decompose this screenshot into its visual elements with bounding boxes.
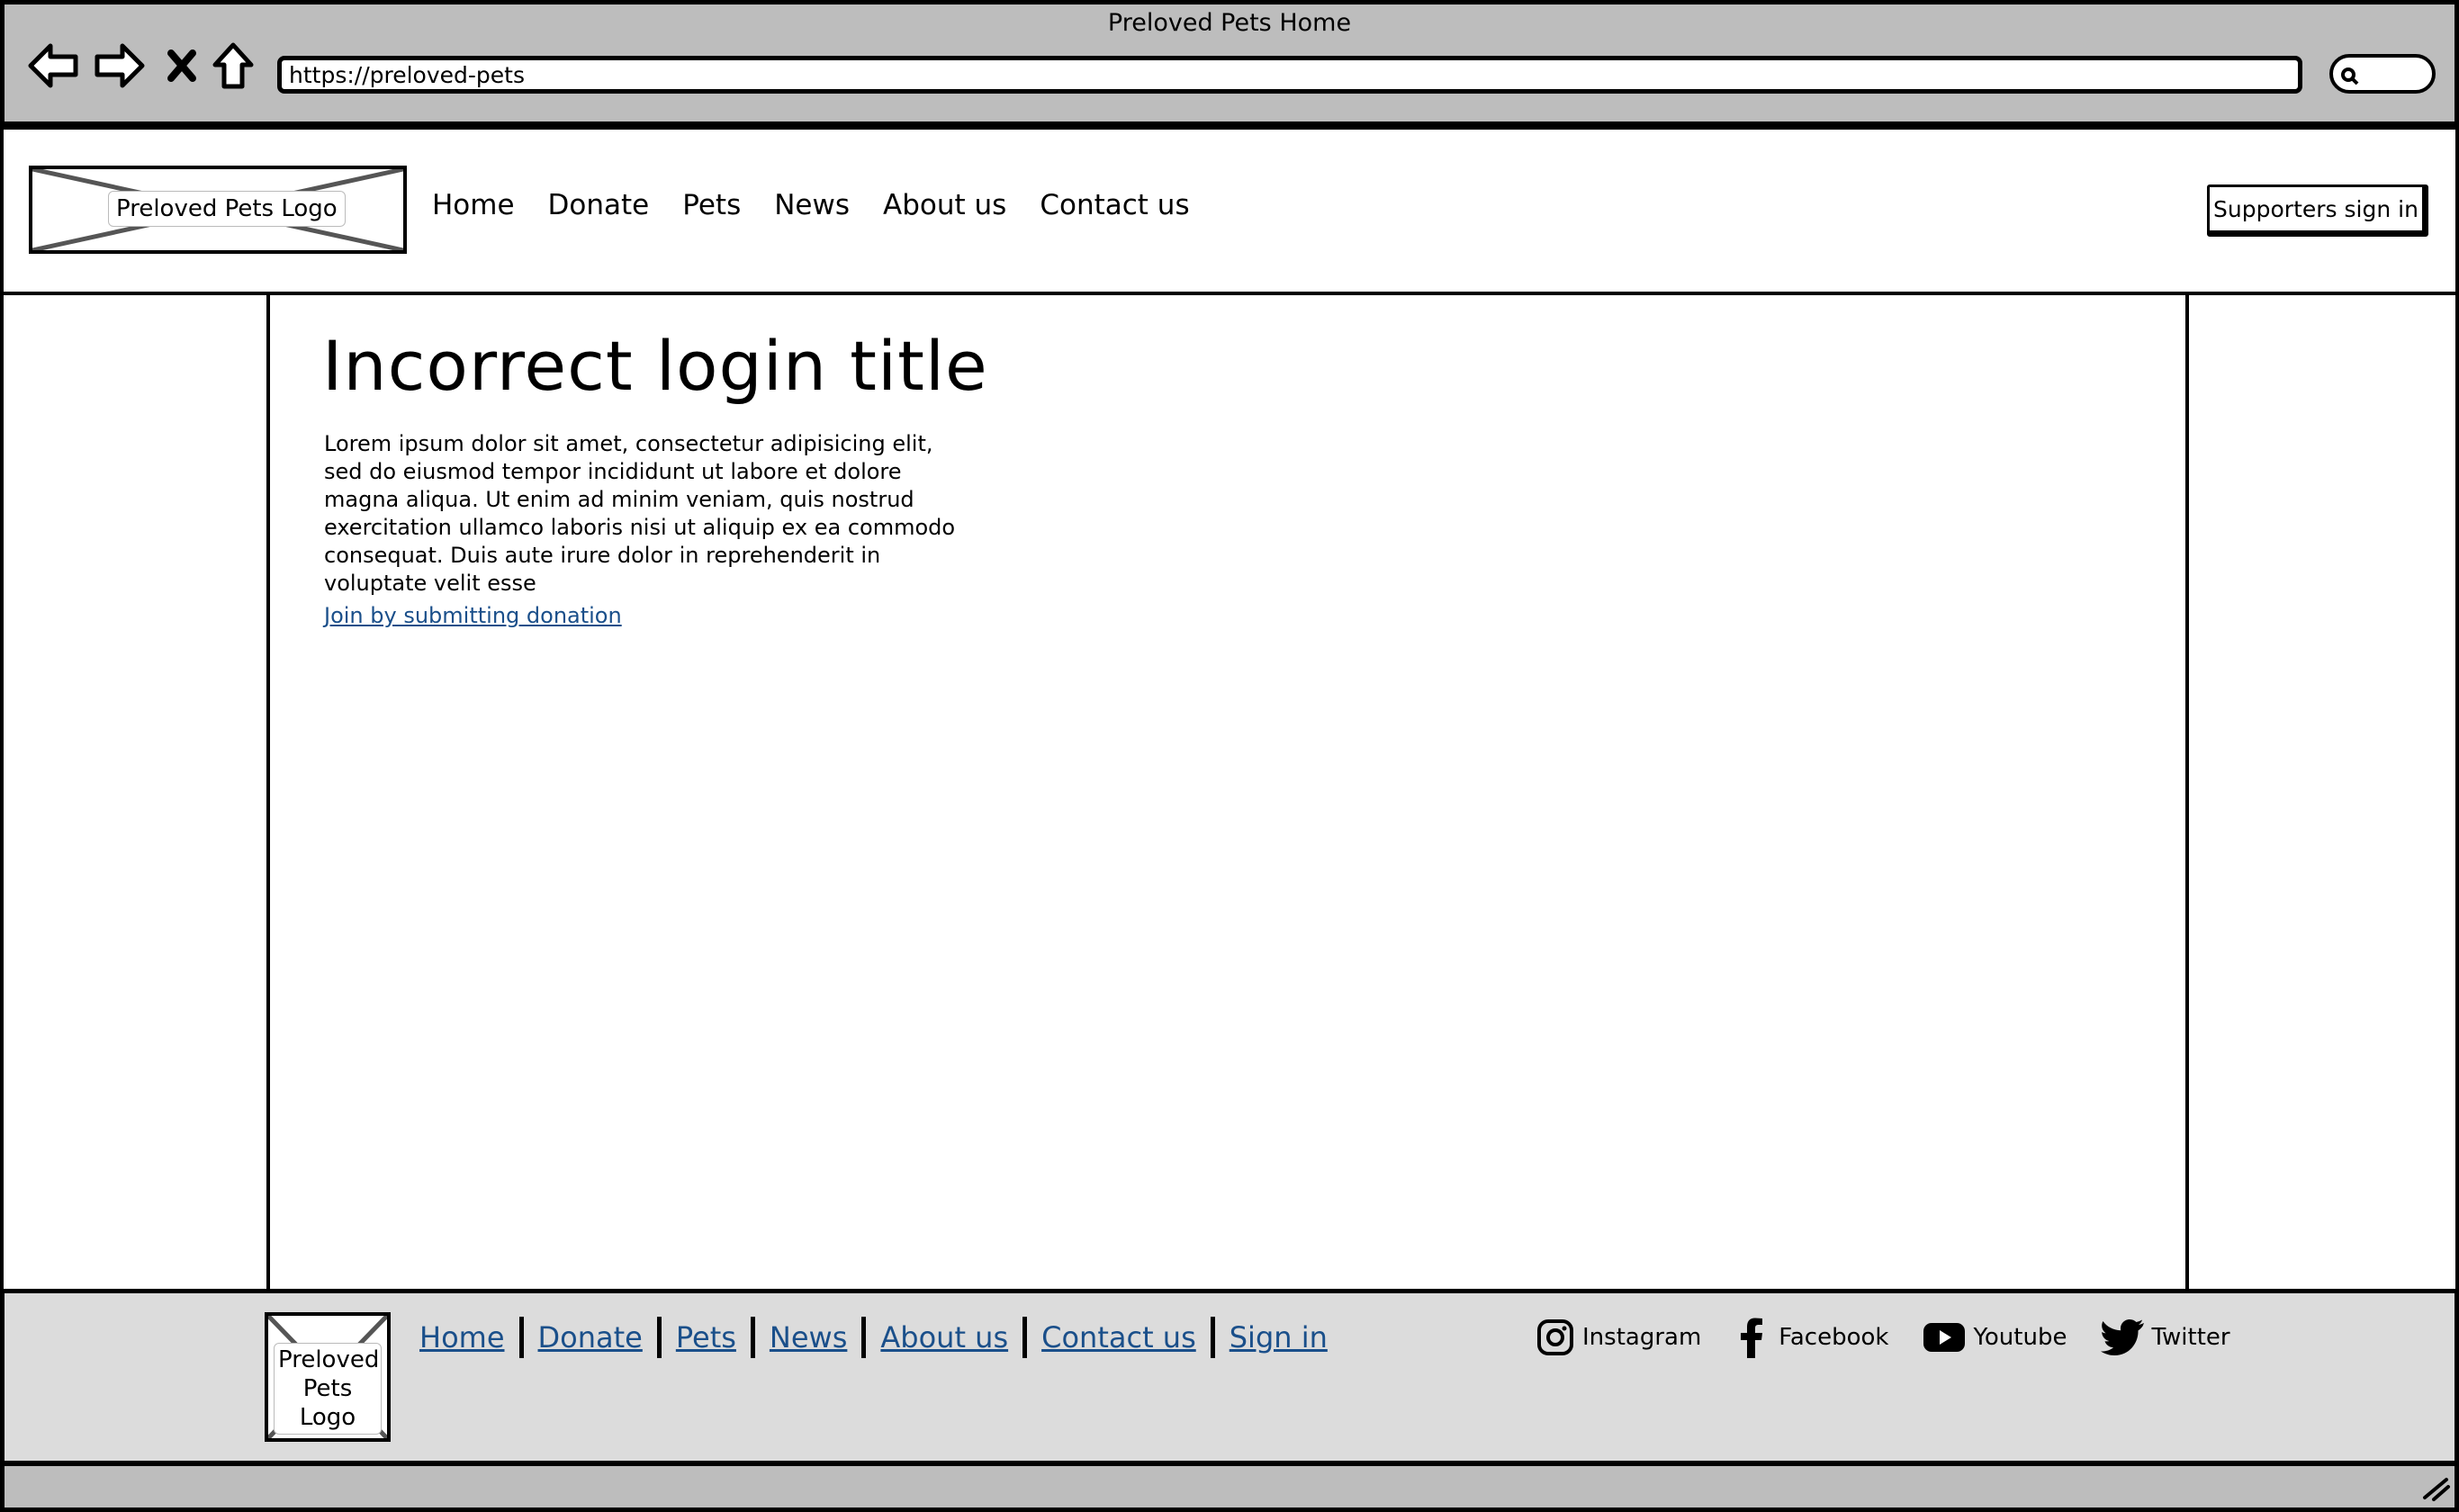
- social-facebook[interactable]: Facebook: [1735, 1317, 1888, 1358]
- header-logo[interactable]: Preloved Pets Logo: [29, 166, 407, 254]
- footer-link-about-us[interactable]: About us: [866, 1317, 1028, 1358]
- forward-arrow-icon[interactable]: [92, 40, 148, 92]
- window-title: Preloved Pets Home: [1107, 9, 1352, 37]
- social-label: Facebook: [1779, 1324, 1889, 1351]
- footer-link-sign-in[interactable]: Sign in: [1215, 1317, 1342, 1358]
- address-bar[interactable]: https://preloved-pets: [277, 56, 2302, 94]
- footer-link-pets[interactable]: Pets: [662, 1317, 755, 1358]
- join-donation-link[interactable]: Join by submitting donation: [324, 603, 622, 628]
- nav-donate[interactable]: Donate: [548, 189, 650, 221]
- nav-pets[interactable]: Pets: [682, 189, 741, 221]
- footer-link-home[interactable]: Home: [419, 1317, 524, 1358]
- social-links: Instagram Facebook Youtube Twitter: [1536, 1314, 2265, 1361]
- content-column-border-left: [266, 295, 270, 1291]
- social-instagram[interactable]: Instagram: [1536, 1318, 1701, 1357]
- supporters-sign-in-button[interactable]: Supporters sign in: [2207, 184, 2428, 237]
- nav-about-us[interactable]: About us: [883, 189, 1006, 221]
- footer-nav: Home Donate Pets News About us Contact u…: [419, 1314, 1342, 1361]
- footer-link-news[interactable]: News: [755, 1317, 867, 1358]
- back-arrow-icon[interactable]: [25, 40, 81, 92]
- nav-home[interactable]: Home: [432, 189, 515, 221]
- youtube-icon: [1923, 1323, 1966, 1352]
- social-label: Youtube: [1973, 1324, 2067, 1351]
- nav-news[interactable]: News: [774, 189, 850, 221]
- resize-grip-icon[interactable]: [2419, 1474, 2452, 1501]
- logo-label: Preloved Pets Logo: [274, 1343, 382, 1435]
- social-label: Twitter: [2151, 1324, 2230, 1351]
- search-icon: [2341, 68, 2359, 86]
- footer-link-donate[interactable]: Donate: [524, 1317, 662, 1358]
- body-text: Lorem ipsum dolor sit amet, consectetur …: [324, 431, 956, 596]
- page-title: Incorrect login title: [322, 326, 988, 406]
- main-nav: Home Donate Pets News About us Contact u…: [432, 189, 1223, 221]
- status-bar: [0, 1463, 2459, 1512]
- social-youtube[interactable]: Youtube: [1923, 1321, 2067, 1354]
- social-label: Instagram: [1582, 1324, 1702, 1351]
- stop-icon[interactable]: [162, 40, 202, 92]
- browser-search-box[interactable]: [2329, 54, 2436, 94]
- social-twitter[interactable]: Twitter: [2101, 1318, 2230, 1356]
- logo-label: Preloved Pets Logo: [108, 191, 346, 227]
- content-column-border-right: [2185, 295, 2189, 1291]
- nav-contact-us[interactable]: Contact us: [1040, 189, 1189, 221]
- footer-link-contact-us[interactable]: Contact us: [1027, 1317, 1215, 1358]
- footer-logo[interactable]: Preloved Pets Logo: [265, 1312, 391, 1442]
- facebook-icon: [1741, 1318, 1763, 1358]
- home-icon[interactable]: [209, 40, 257, 92]
- twitter-icon: [2101, 1319, 2145, 1355]
- instagram-icon: [1537, 1319, 1573, 1355]
